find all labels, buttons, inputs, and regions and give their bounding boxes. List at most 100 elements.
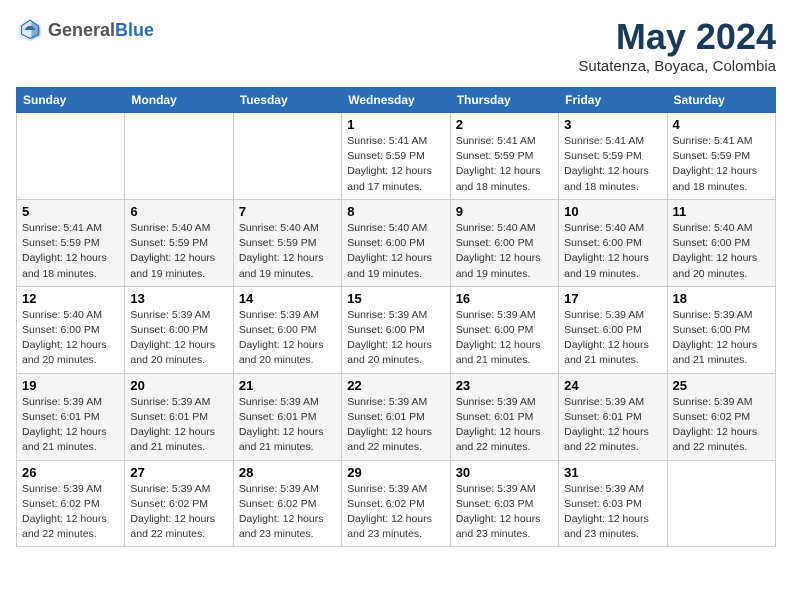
calendar-cell: 22 Sunrise: 5:39 AM Sunset: 6:01 PM Dayli… — [342, 373, 450, 460]
calendar-cell: 13 Sunrise: 5:39 AM Sunset: 6:00 PM Dayli… — [125, 286, 233, 373]
calendar-cell: 16Sunrise: 5:39 AM Sunset: 6:00 PM Dayli… — [450, 286, 558, 373]
calendar-cell: 7 Sunrise: 5:40 AM Sunset: 5:59 PM Daylig… — [233, 199, 341, 286]
day-info: Sunrise: 5:41 AM Sunset: 5:59 PM Dayligh… — [673, 134, 770, 195]
calendar-cell — [17, 113, 125, 200]
calendar-cell: 23 Sunrise: 5:39 AM Sunset: 6:01 PM Dayli… — [450, 373, 558, 460]
calendar-cell: 28 Sunrise: 5:39 AM Sunset: 6:02 PM Dayli… — [233, 460, 341, 547]
day-info: Sunrise: 5:40 AM Sunset: 5:59 PM Dayligh… — [239, 221, 336, 282]
calendar-cell: 20Sunrise: 5:39 AM Sunset: 6:01 PM Dayli… — [125, 373, 233, 460]
day-number: 18 — [673, 291, 770, 306]
day-header-friday: Friday — [559, 88, 667, 113]
day-info: Sunrise: 5:40 AM Sunset: 6:00 PM Dayligh… — [564, 221, 661, 282]
calendar-cell: 12 Sunrise: 5:40 AM Sunset: 6:00 PM Dayli… — [17, 286, 125, 373]
day-info: Sunrise: 5:39 AM Sunset: 6:00 PM Dayligh… — [673, 308, 770, 369]
calendar-table: SundayMondayTuesdayWednesdayThursdayFrid… — [16, 87, 776, 547]
day-header-monday: Monday — [125, 88, 233, 113]
day-info: Sunrise: 5:39 AM Sunset: 6:01 PM Dayligh… — [22, 395, 119, 456]
day-number: 9 — [456, 204, 553, 219]
day-number: 19 — [22, 378, 119, 393]
day-header-thursday: Thursday — [450, 88, 558, 113]
day-info: Sunrise: 5:39 AM Sunset: 6:02 PM Dayligh… — [130, 482, 227, 543]
day-number: 5 — [22, 204, 119, 219]
day-number: 12 — [22, 291, 119, 306]
calendar-cell: 3 Sunrise: 5:41 AM Sunset: 5:59 PM Daylig… — [559, 113, 667, 200]
day-number: 28 — [239, 465, 336, 480]
calendar-cell: 26 Sunrise: 5:39 AM Sunset: 6:02 PM Dayli… — [17, 460, 125, 547]
day-info: Sunrise: 5:39 AM Sunset: 6:02 PM Dayligh… — [239, 482, 336, 543]
day-info: Sunrise: 5:39 AM Sunset: 6:02 PM Dayligh… — [22, 482, 119, 543]
calendar-cell: 2 Sunrise: 5:41 AM Sunset: 5:59 PM Daylig… — [450, 113, 558, 200]
day-info: Sunrise: 5:39 AM Sunset: 6:03 PM Dayligh… — [456, 482, 553, 543]
calendar-cell: 1Sunrise: 5:41 AM Sunset: 5:59 PM Daylig… — [342, 113, 450, 200]
day-number: 31 — [564, 465, 661, 480]
day-number: 13 — [130, 291, 227, 306]
day-info: Sunrise: 5:40 AM Sunset: 6:00 PM Dayligh… — [673, 221, 770, 282]
calendar-cell: 19 Sunrise: 5:39 AM Sunset: 6:01 PM Dayli… — [17, 373, 125, 460]
calendar-cell: 29Sunrise: 5:39 AM Sunset: 6:02 PM Dayli… — [342, 460, 450, 547]
calendar-cell: 18 Sunrise: 5:39 AM Sunset: 6:00 PM Dayli… — [667, 286, 775, 373]
calendar-header-row: SundayMondayTuesdayWednesdayThursdayFrid… — [17, 88, 776, 113]
calendar-cell — [667, 460, 775, 547]
day-number: 15 — [347, 291, 444, 306]
calendar-week-1: 1Sunrise: 5:41 AM Sunset: 5:59 PM Daylig… — [17, 113, 776, 200]
day-header-tuesday: Tuesday — [233, 88, 341, 113]
day-header-sunday: Sunday — [17, 88, 125, 113]
day-info: Sunrise: 5:39 AM Sunset: 6:00 PM Dayligh… — [564, 308, 661, 369]
day-number: 30 — [456, 465, 553, 480]
day-number: 3 — [564, 117, 661, 132]
day-info: Sunrise: 5:39 AM Sunset: 6:01 PM Dayligh… — [130, 395, 227, 456]
day-info: Sunrise: 5:41 AM Sunset: 5:59 PM Dayligh… — [564, 134, 661, 195]
logo-general: General — [48, 20, 115, 40]
calendar-cell: 11 Sunrise: 5:40 AM Sunset: 6:00 PM Dayli… — [667, 199, 775, 286]
day-number: 10 — [564, 204, 661, 219]
day-info: Sunrise: 5:41 AM Sunset: 5:59 PM Dayligh… — [22, 221, 119, 282]
day-info: Sunrise: 5:40 AM Sunset: 6:00 PM Dayligh… — [347, 221, 444, 282]
calendar-cell: 9 Sunrise: 5:40 AM Sunset: 6:00 PM Daylig… — [450, 199, 558, 286]
logo-blue: Blue — [115, 20, 154, 40]
day-info: Sunrise: 5:39 AM Sunset: 6:01 PM Dayligh… — [456, 395, 553, 456]
calendar-cell — [125, 113, 233, 200]
calendar-cell — [233, 113, 341, 200]
day-number: 27 — [130, 465, 227, 480]
day-info: Sunrise: 5:39 AM Sunset: 6:02 PM Dayligh… — [347, 482, 444, 543]
calendar-cell: 8 Sunrise: 5:40 AM Sunset: 6:00 PM Daylig… — [342, 199, 450, 286]
location: Sutatenza, Boyaca, Colombia — [578, 58, 776, 75]
day-number: 7 — [239, 204, 336, 219]
day-info: Sunrise: 5:39 AM Sunset: 6:00 PM Dayligh… — [239, 308, 336, 369]
calendar-cell: 30 Sunrise: 5:39 AM Sunset: 6:03 PM Dayli… — [450, 460, 558, 547]
calendar-cell: 10 Sunrise: 5:40 AM Sunset: 6:00 PM Dayli… — [559, 199, 667, 286]
day-number: 2 — [456, 117, 553, 132]
calendar-cell: 15Sunrise: 5:39 AM Sunset: 6:00 PM Dayli… — [342, 286, 450, 373]
logo-icon — [16, 16, 44, 44]
day-number: 22 — [347, 378, 444, 393]
day-info: Sunrise: 5:40 AM Sunset: 6:00 PM Dayligh… — [22, 308, 119, 369]
day-info: Sunrise: 5:40 AM Sunset: 6:00 PM Dayligh… — [456, 221, 553, 282]
day-number: 4 — [673, 117, 770, 132]
day-info: Sunrise: 5:39 AM Sunset: 6:00 PM Dayligh… — [130, 308, 227, 369]
calendar-cell: 17 Sunrise: 5:39 AM Sunset: 6:00 PM Dayli… — [559, 286, 667, 373]
logo: GeneralBlue — [16, 16, 154, 44]
day-info: Sunrise: 5:41 AM Sunset: 5:59 PM Dayligh… — [456, 134, 553, 195]
day-info: Sunrise: 5:39 AM Sunset: 6:01 PM Dayligh… — [239, 395, 336, 456]
day-number: 17 — [564, 291, 661, 306]
calendar-week-5: 26 Sunrise: 5:39 AM Sunset: 6:02 PM Dayli… — [17, 460, 776, 547]
day-number: 25 — [673, 378, 770, 393]
calendar-week-3: 12 Sunrise: 5:40 AM Sunset: 6:00 PM Dayli… — [17, 286, 776, 373]
day-number: 24 — [564, 378, 661, 393]
day-info: Sunrise: 5:39 AM Sunset: 6:00 PM Dayligh… — [456, 308, 553, 369]
title-block: May 2024 Sutatenza, Boyaca, Colombia — [578, 16, 776, 75]
day-number: 8 — [347, 204, 444, 219]
calendar-cell: 5 Sunrise: 5:41 AM Sunset: 5:59 PM Daylig… — [17, 199, 125, 286]
day-info: Sunrise: 5:39 AM Sunset: 6:01 PM Dayligh… — [564, 395, 661, 456]
day-number: 11 — [673, 204, 770, 219]
calendar-week-4: 19 Sunrise: 5:39 AM Sunset: 6:01 PM Dayli… — [17, 373, 776, 460]
calendar-cell: 21Sunrise: 5:39 AM Sunset: 6:01 PM Dayli… — [233, 373, 341, 460]
month-title: May 2024 — [578, 16, 776, 58]
day-number: 26 — [22, 465, 119, 480]
calendar-cell: 4 Sunrise: 5:41 AM Sunset: 5:59 PM Daylig… — [667, 113, 775, 200]
day-header-wednesday: Wednesday — [342, 88, 450, 113]
day-info: Sunrise: 5:39 AM Sunset: 6:02 PM Dayligh… — [673, 395, 770, 456]
day-info: Sunrise: 5:39 AM Sunset: 6:01 PM Dayligh… — [347, 395, 444, 456]
day-number: 23 — [456, 378, 553, 393]
day-number: 14 — [239, 291, 336, 306]
